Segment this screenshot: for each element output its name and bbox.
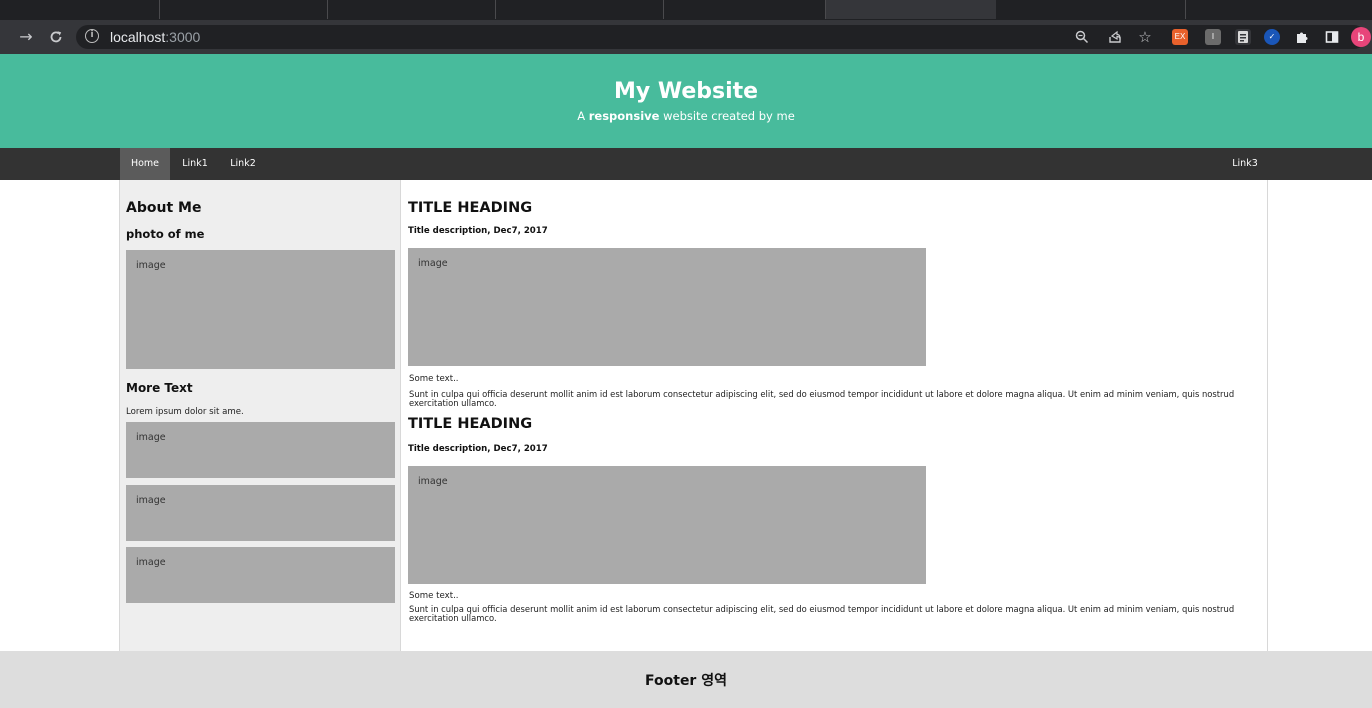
browser-tab-strip [0,0,1372,20]
photo-heading: photo of me [126,227,205,241]
extensions-puzzle-icon[interactable] [1291,26,1313,48]
bookmark-star-icon[interactable]: ☆ [1134,26,1156,48]
image-label: image [418,258,448,269]
image-label: image [136,260,166,271]
post-some-text: Some text.. [409,374,459,384]
check-extension-icon[interactable]: ✓ [1264,29,1280,45]
post-image-placeholder: image [408,466,926,584]
browser-tab[interactable] [0,0,160,19]
post-title: TITLE HEADING [408,416,533,432]
site-info-icon[interactable]: i [85,29,99,43]
post-some-text: Some text.. [409,591,459,601]
site-subtitle: A responsive website created by me [577,109,795,123]
post-title: TITLE HEADING [408,200,533,216]
lorem-text: Lorem ipsum dolor sit ame. [126,407,244,417]
post-body: Sunt in culpa qui officia deserunt molli… [409,604,1235,623]
sidebar-image-placeholder: image [126,422,395,478]
sidebar-image-placeholder: image [126,485,395,541]
site-title: My Website [613,79,759,104]
nav-link-3[interactable]: Link3 [1224,148,1266,180]
site-header: My Website A responsive website created … [0,54,1372,148]
post-body: Sunt in culpa qui officia deserunt molli… [409,389,1235,408]
post-description: Title description, Dec7, 2017 [408,444,548,454]
profile-photo-placeholder: image [126,250,395,369]
sidebar: About Me photo of me image More Text Lor… [120,180,401,651]
sidebar-image-placeholder: image [126,547,395,603]
about-heading: About Me [126,200,202,216]
profile-avatar[interactable]: b [1351,27,1371,47]
browser-tab[interactable] [996,0,1186,19]
nav-link-1[interactable]: Link1 [174,148,216,180]
browser-tab-active[interactable] [826,0,996,19]
ex-extension-icon[interactable]: EX [1172,29,1188,45]
image-label: image [418,476,448,487]
browser-tab[interactable] [328,0,496,19]
main-content: TITLE HEADING Title description, Dec7, 2… [401,180,1268,651]
reload-icon[interactable] [46,27,66,47]
side-panel-icon[interactable] [1321,26,1343,48]
image-label: image [136,432,166,443]
browser-tab[interactable] [664,0,826,19]
footer: Footer 영역 [0,651,1372,708]
browser-tab[interactable] [496,0,664,19]
post-description: Title description, Dec7, 2017 [408,226,548,236]
document-extension-icon[interactable] [1235,29,1251,45]
share-icon[interactable] [1104,26,1126,48]
gray-extension-icon[interactable]: I [1205,29,1221,45]
zoom-icon[interactable] [1071,26,1093,48]
forward-arrow-icon[interactable]: → [16,27,36,47]
image-label: image [136,495,166,506]
browser-tab[interactable] [160,0,328,19]
url-text: localhost:3000 [110,29,201,45]
nav-link-2[interactable]: Link2 [222,148,264,180]
nav-link-home[interactable]: Home [120,148,170,180]
footer-text: Footer 영역 [645,673,727,689]
navbar: Home Link1 Link2 Link3 [0,148,1372,180]
post-image-placeholder: image [408,248,926,366]
more-text-heading: More Text [126,381,193,395]
image-label: image [136,557,166,568]
browser-toolbar: → i localhost:3000 [0,20,1372,54]
